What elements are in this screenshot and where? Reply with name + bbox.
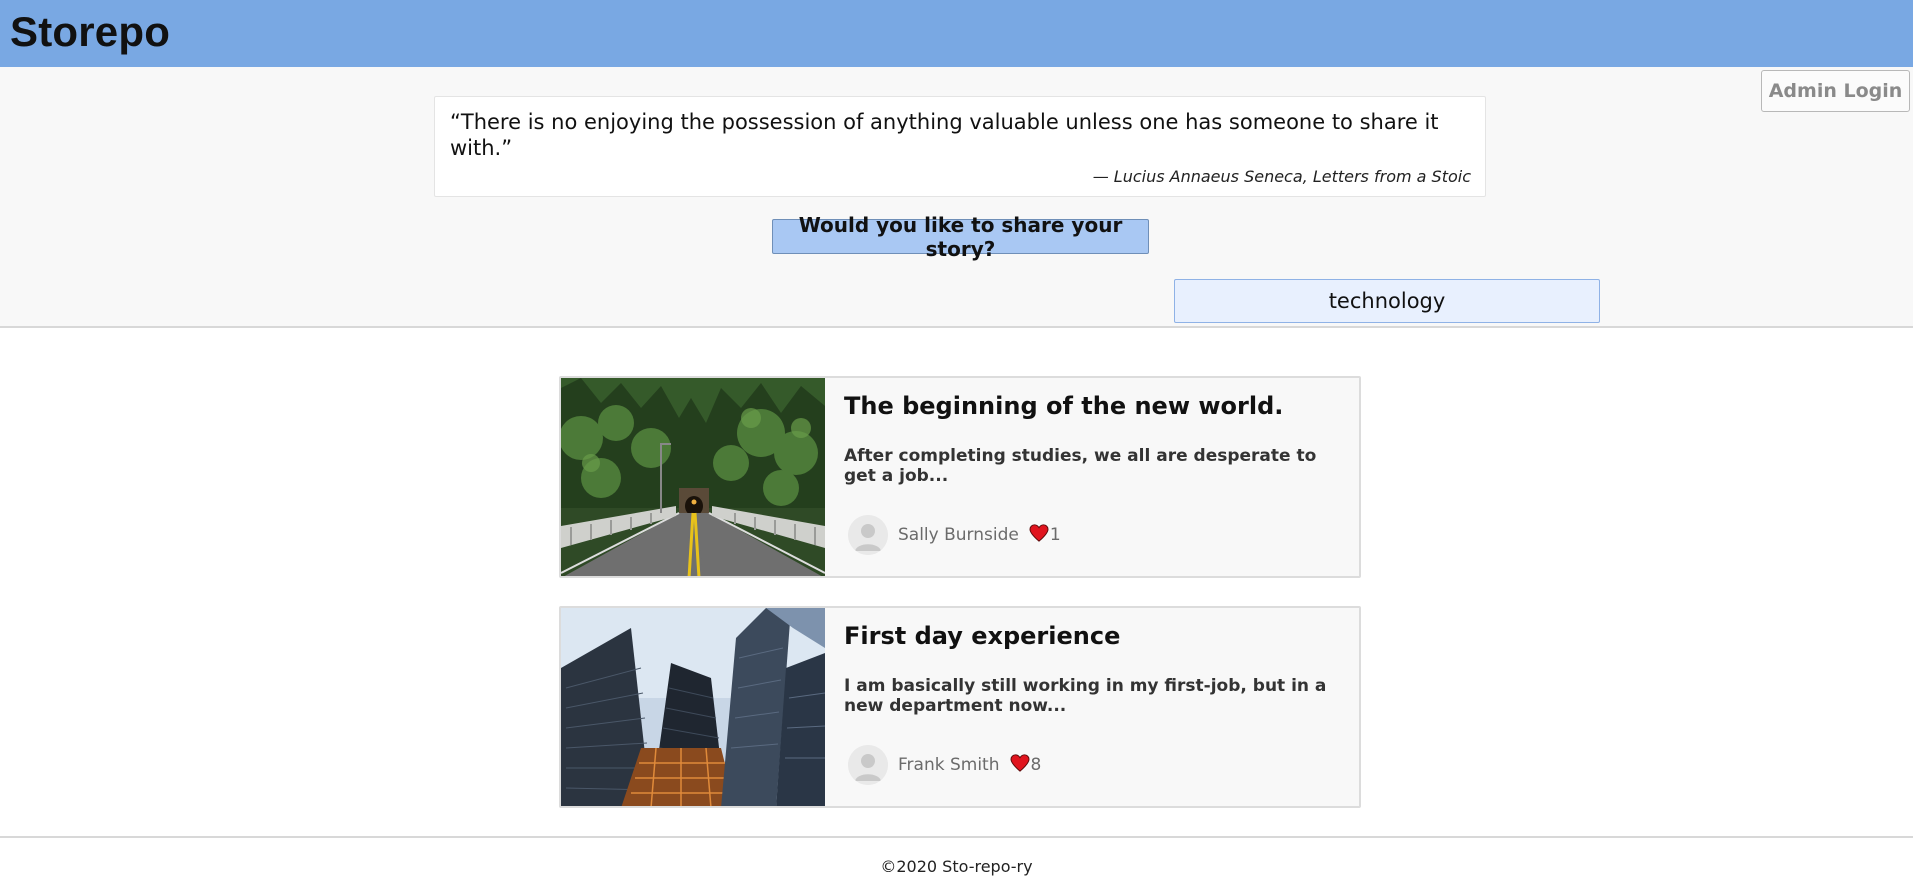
story-title[interactable]: First day experience — [844, 622, 1120, 650]
top-bar: Storepo — [0, 0, 1913, 67]
story-author[interactable]: Sally Burnside — [898, 525, 1019, 545]
like-count: 8 — [1030, 755, 1042, 775]
quote-text: “There is no enjoying the possession of … — [450, 110, 1439, 160]
admin-login-button[interactable]: Admin Login — [1761, 70, 1910, 112]
story-card[interactable]: The beginning of the new world. After co… — [559, 376, 1361, 578]
story-title[interactable]: The beginning of the new world. — [844, 392, 1283, 420]
quote-card: “There is no enjoying the possession of … — [434, 96, 1486, 197]
brand-logo[interactable]: Storepo — [10, 8, 170, 56]
like-count: 1 — [1049, 525, 1061, 545]
share-story-button[interactable]: Would you like to share your story? — [772, 213, 1149, 261]
story-meta: Sally Burnside 1 — [848, 514, 1061, 556]
like-button[interactable]: 1 — [1029, 524, 1061, 546]
quote-source: — Lucius Annaeus Seneca, Letters from a … — [1092, 167, 1471, 186]
story-image-skyscrapers — [561, 608, 825, 806]
footer-copyright: ©2020 Sto-repo-ry — [880, 857, 1033, 876]
story-author[interactable]: Frank Smith — [898, 755, 1000, 775]
avatar — [848, 515, 888, 555]
hero-section: Admin Login “There is no enjoying the po… — [0, 67, 1913, 328]
story-excerpt: After completing studies, we all are des… — [844, 446, 1317, 486]
story-image-tunnel-road — [561, 378, 825, 576]
story-excerpt: I am basically still working in my first… — [844, 676, 1327, 716]
heart-icon — [1010, 754, 1030, 776]
footer-divider — [0, 836, 1913, 838]
search-input[interactable] — [1174, 279, 1600, 323]
heart-icon — [1029, 524, 1049, 546]
avatar — [848, 745, 888, 785]
story-card[interactable]: First day experience I am basically stil… — [559, 606, 1361, 808]
story-meta: Frank Smith 8 — [848, 744, 1041, 786]
like-button[interactable]: 8 — [1010, 754, 1042, 776]
